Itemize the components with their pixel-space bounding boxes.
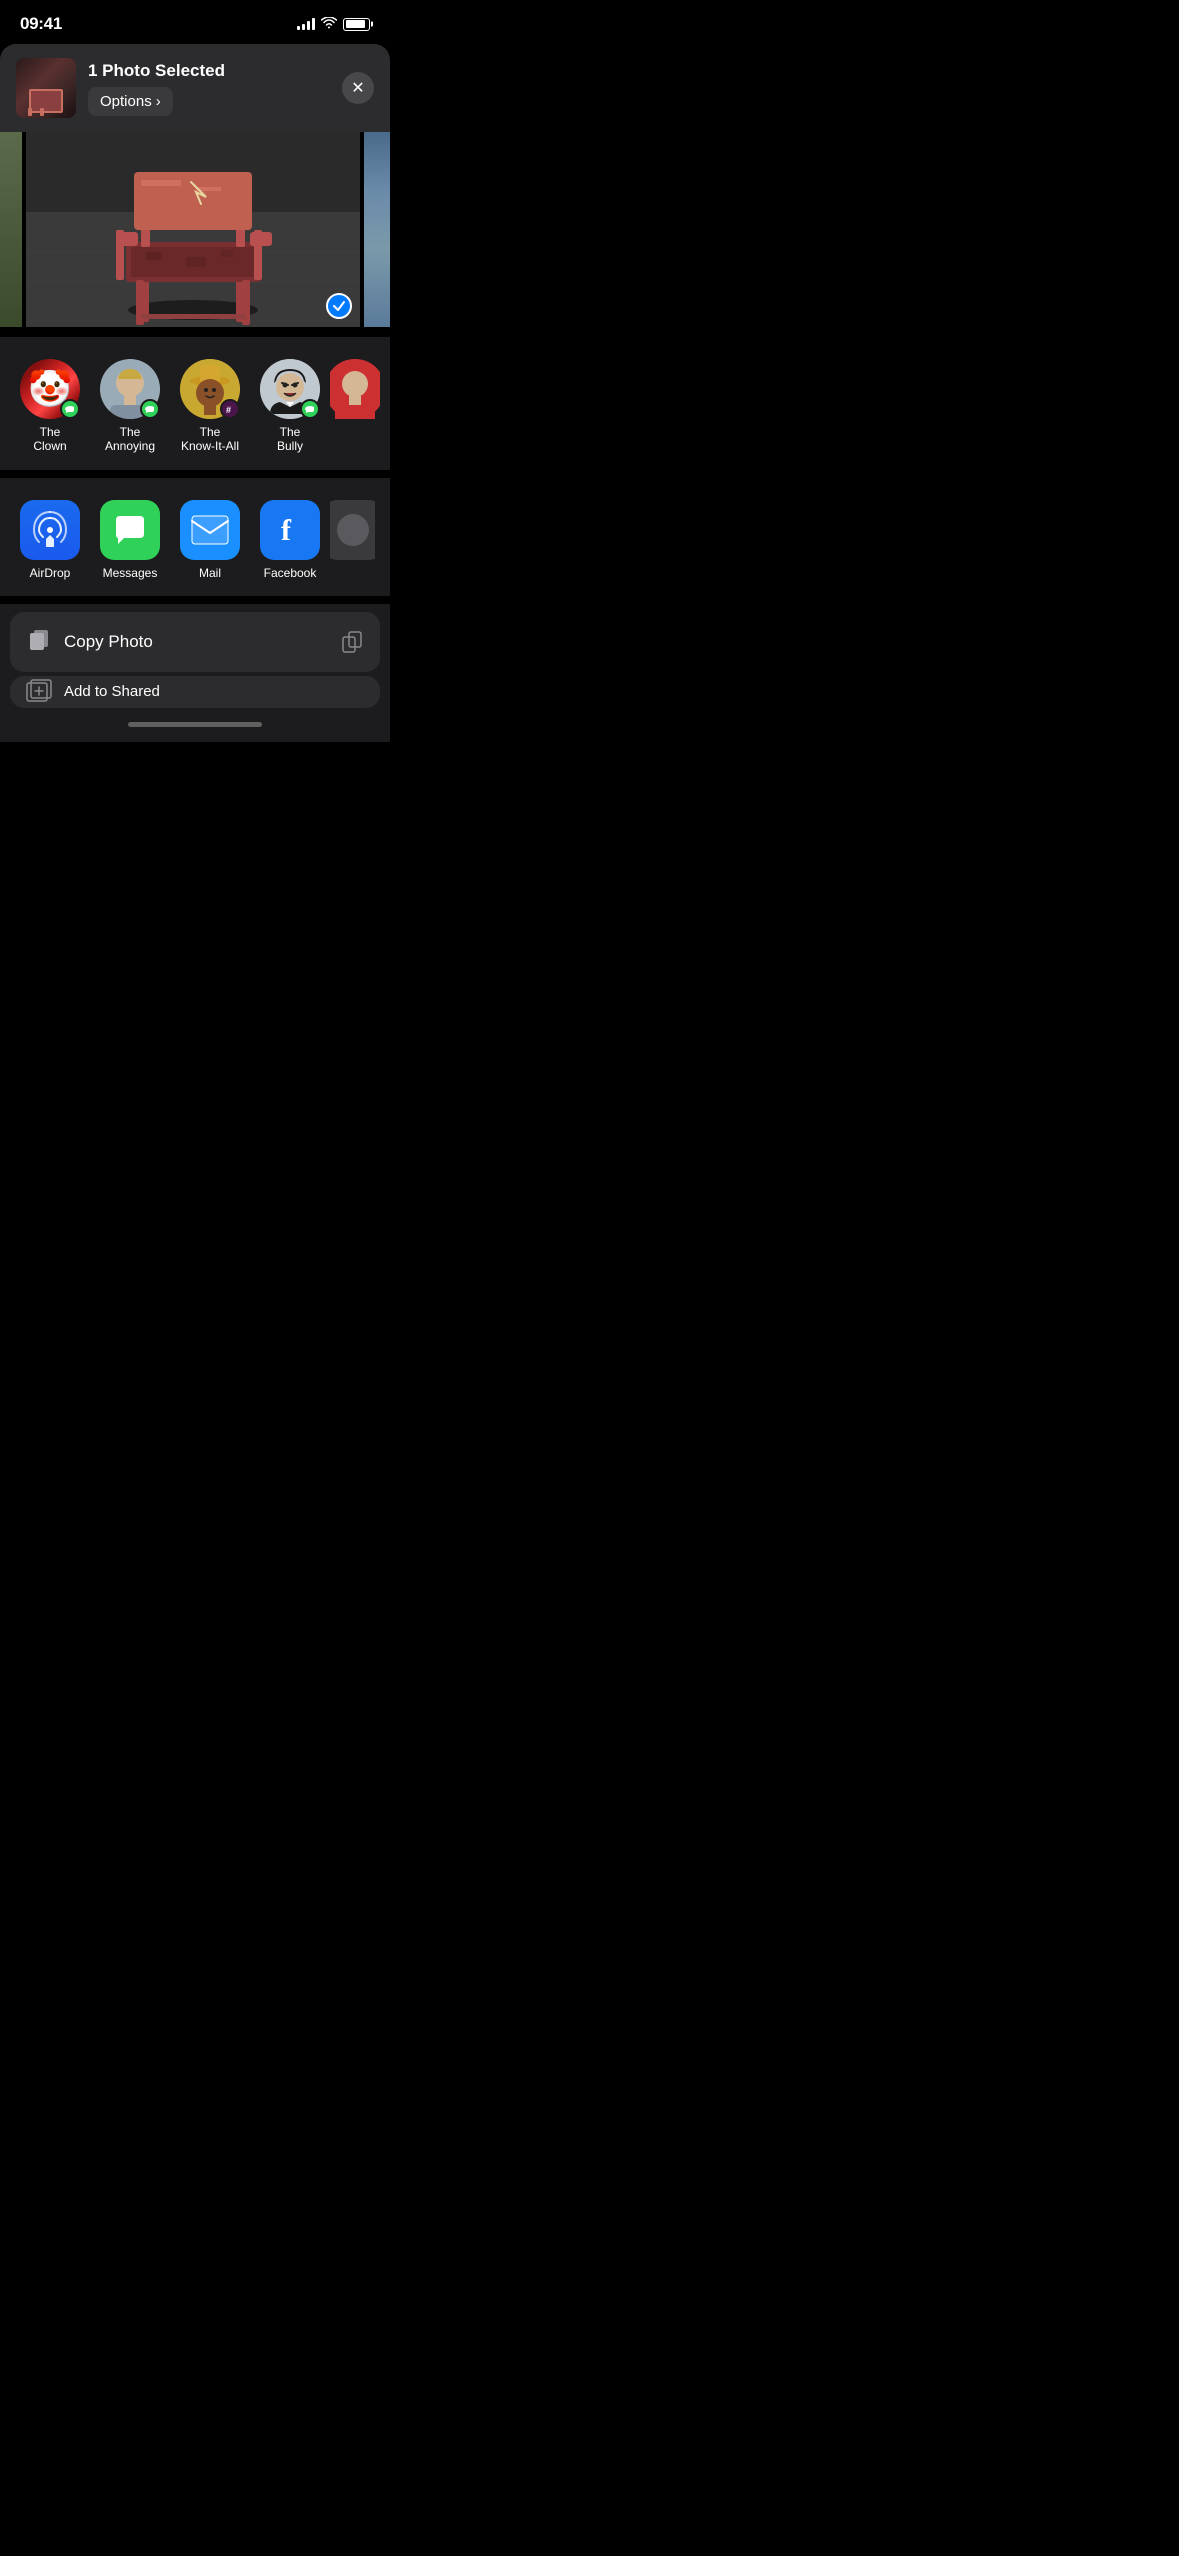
messages-badge [60,399,80,419]
fifth-avatar [330,359,380,419]
copy-photo-label: Copy Photo [64,632,153,652]
close-button[interactable]: ✕ [342,72,374,104]
airdrop-label: AirDrop [30,566,71,580]
svg-text:f: f [281,514,292,547]
contact-item-bully[interactable]: TheBully [250,355,330,458]
app-item-facebook[interactable]: f Facebook [250,496,330,584]
share-sheet: 1 Photo Selected Options › ✕ [0,44,390,742]
contact-item-knowitall[interactable]: # TheKnow-It-All [170,355,250,458]
add-shared-album-row[interactable]: Add to Shared [10,676,380,708]
app-item-messages[interactable]: Messages [90,496,170,584]
actions-section: Copy Photo [10,612,380,672]
facebook-icon: f [260,500,320,560]
home-indicator-bar [0,708,390,742]
status-icons [297,16,370,32]
add-shared-album-label: Add to Shared [64,683,160,700]
airdrop-icon [20,500,80,560]
copy-photo-row[interactable]: Copy Photo [10,612,380,672]
selected-count-label: 1 Photo Selected [88,61,330,81]
status-time: 09:41 [20,14,62,34]
messages-label: Messages [103,566,158,580]
options-chevron: › [156,93,161,110]
share-header: 1 Photo Selected Options › ✕ [0,44,390,132]
annoying-name: TheAnnoying [105,425,155,454]
app-item-mail[interactable]: Mail [170,496,250,584]
mail-icon [180,500,240,560]
section-gap-2 [0,470,390,478]
selected-checkmark [326,293,352,319]
more-app-icon [330,500,375,560]
contacts-scroll[interactable]: TheClown [0,355,390,458]
messages-badge-bully [300,399,320,419]
options-button[interactable]: Options › [88,87,173,116]
signal-icon [297,18,315,30]
home-indicator [128,722,262,727]
clown-name: TheClown [33,425,66,454]
left-partial-photo[interactable] [0,132,22,327]
right-partial-photo[interactable] [364,132,390,327]
bully-name: TheBully [277,425,303,454]
contact-item-partial[interactable] [330,355,380,458]
selected-photo-thumbnail [16,58,76,118]
main-selected-photo[interactable] [26,132,360,327]
app-item-more-partial[interactable] [330,496,375,584]
contacts-section: TheClown [0,337,390,470]
options-label: Options [100,93,152,110]
copy-photo-icon [26,626,52,658]
slack-badge: # [220,399,240,419]
chair-image [26,132,360,327]
contact-item-annoying[interactable]: TheAnnoying [90,355,170,458]
checkmark-icon [332,299,346,313]
apps-scroll[interactable]: AirDrop Messages [0,496,390,584]
photo-strip [0,132,390,327]
battery-icon [343,18,370,31]
messages-badge-annoying [140,399,160,419]
close-icon: ✕ [351,78,364,98]
mail-label: Mail [199,566,221,580]
status-bar: 09:41 [0,0,390,40]
section-gap-3 [0,596,390,604]
messages-app-icon [100,500,160,560]
knowitall-name: TheKnow-It-All [181,425,239,454]
svg-text:#: # [226,405,231,415]
app-item-airdrop[interactable]: AirDrop [10,496,90,584]
share-title-area: 1 Photo Selected Options › [88,61,330,116]
facebook-label: Facebook [264,566,317,580]
wifi-icon [321,16,337,32]
contact-item-clown[interactable]: TheClown [10,355,90,458]
add-shared-album-icon [26,679,52,705]
copy-photo-icon-right [340,630,364,654]
apps-section: AirDrop Messages [0,478,390,596]
section-gap-1 [0,327,390,337]
